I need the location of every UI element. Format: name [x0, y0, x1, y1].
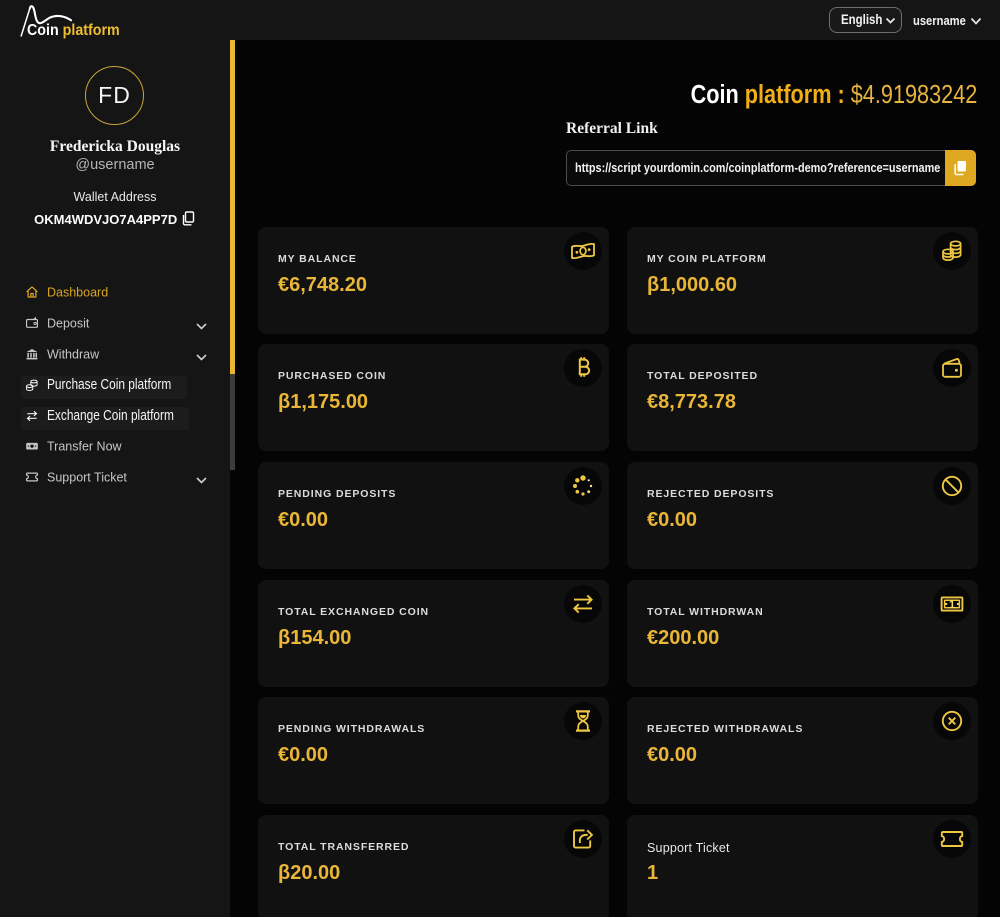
- svg-text:1: 1: [949, 598, 955, 610]
